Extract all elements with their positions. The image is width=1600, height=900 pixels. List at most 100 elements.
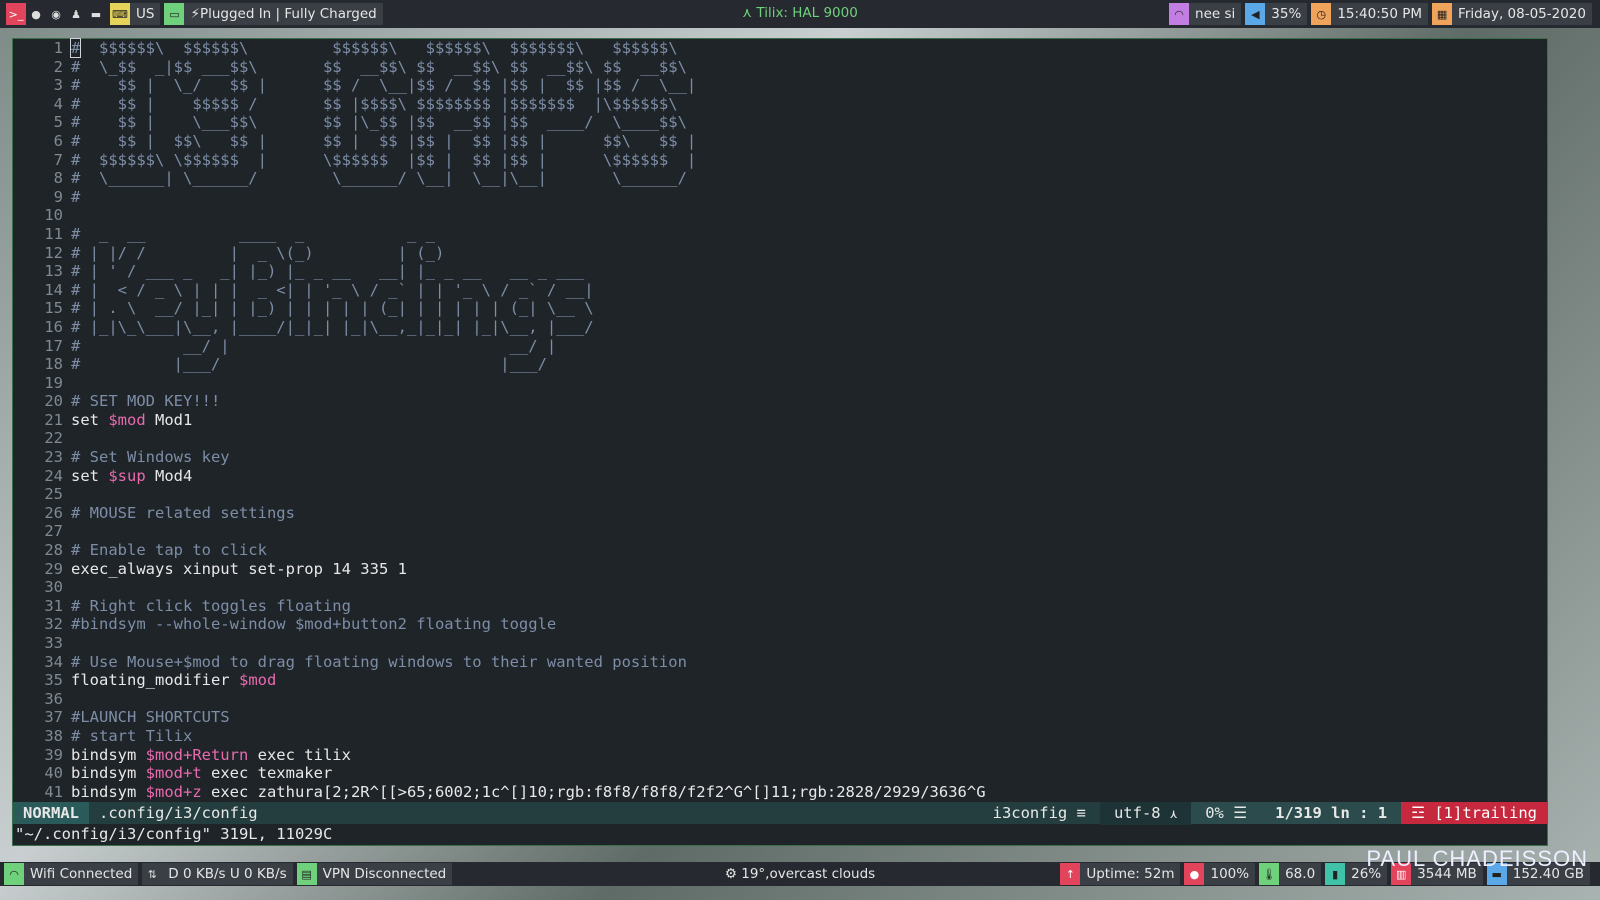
editor-line[interactable]: 16 # |_|\_\___|\__, |____/|_|_| |_|\__,_|… xyxy=(13,318,1547,337)
editor-line[interactable]: 27 xyxy=(13,522,1547,541)
wifi-indicator[interactable]: ◠ nee si xyxy=(1169,3,1242,25)
workspace-4-icon[interactable]: ♟ xyxy=(66,3,86,25)
editor-line[interactable]: 19 xyxy=(13,374,1547,393)
trailing-warning: ☲ [1]trailing xyxy=(1401,802,1547,824)
uptime-text: Uptime: 52m xyxy=(1086,866,1175,882)
weather-text: 19°,overcast clouds xyxy=(741,866,876,882)
brightness-text: 100% xyxy=(1210,866,1250,882)
line-text: # start Tilix xyxy=(71,726,193,745)
editor-line[interactable]: 26 # MOUSE related settings xyxy=(13,504,1547,523)
editor-line[interactable]: 12 # | |/ / | _ \(_) | (_) xyxy=(13,244,1547,263)
percent-text: 0% xyxy=(1205,804,1224,822)
editor-line[interactable]: 30 xyxy=(13,578,1547,597)
editor-line[interactable]: 20 # SET MOD KEY!!! xyxy=(13,392,1547,411)
wifi-status-icon: ◠ xyxy=(4,863,24,885)
command-line[interactable]: "~/.config/i3/config" 319L, 11029C xyxy=(13,824,1549,844)
editor-line[interactable]: 13 # | ' / ___ _ _| |_) |_ _ __ __| |_ _ … xyxy=(13,262,1547,281)
terminal-window[interactable]: 1 # $$$$$$\ $$$$$$\ $$$$$$\ $$$$$$\ $$$$$… xyxy=(12,38,1548,846)
line-number: 9 xyxy=(53,187,63,206)
editor-line[interactable]: 25 xyxy=(13,485,1547,504)
line-number: 32 xyxy=(44,615,63,634)
line-text: # MOUSE related settings xyxy=(71,503,295,522)
line-number: 34 xyxy=(44,652,63,671)
editor-line[interactable]: 4 # $$ | $$$$$ / $$ |$$$$\ $$$$$$$$ |$$$$… xyxy=(13,95,1547,114)
line-text: # |_|\_\___|\__, |____/|_|_| |_|\__,_|_|… xyxy=(71,317,594,336)
code-rest: exec zathura[2;2R^[[>65;6002;1c^[]10;rgb… xyxy=(201,782,986,801)
uptime: ↑ Uptime: 52m xyxy=(1060,863,1181,885)
editor-line[interactable]: 6 # $$ | $$\ $$ | $$ | $$ |$$ | $$ |$$ | … xyxy=(13,132,1547,151)
editor-line[interactable]: 39 bindsym $mod+Return exec tilix xyxy=(13,746,1547,765)
editor-line[interactable]: 40 bindsym $mod+t exec texmaker xyxy=(13,764,1547,783)
line-number: 20 xyxy=(44,392,63,411)
file-type: i3config ≡ xyxy=(979,802,1100,824)
code-variable: $mod xyxy=(238,671,277,690)
editor-line[interactable]: 1 # $$$$$$\ $$$$$$\ $$$$$$\ $$$$$$\ $$$$$… xyxy=(13,38,1547,58)
editor-line[interactable]: 33 xyxy=(13,634,1547,653)
editor-line[interactable]: 29 exec_always xinput set-prop 14 335 1 xyxy=(13,560,1547,579)
line-text: # _ __ ____ _ _ _ xyxy=(71,224,435,243)
editor-line[interactable]: 21 set $mod Mod1 xyxy=(13,411,1547,430)
editor-line[interactable]: 8 # \______| \______/ \______/ \__| \__|\… xyxy=(13,169,1547,188)
cpu-icon: ▮ xyxy=(1325,863,1346,885)
line-number: 31 xyxy=(44,596,63,615)
battery-status-text: Plugged In | Fully Charged xyxy=(199,6,377,22)
editor-line[interactable]: 34 # Use Mouse+$mod to drag floating wind… xyxy=(13,653,1547,672)
line-text: # | . \ __/ |_| | |_) | | | | | (_| | | … xyxy=(71,299,594,318)
line-number: 19 xyxy=(44,373,63,392)
line-text: # $$$$$$\ \$$$$$$ | \$$$$$$ |$$ | $$ |$$… xyxy=(71,150,697,169)
editor-line[interactable]: 14 # | < / _ \ | | | _ <| | '_ \ / _` | |… xyxy=(13,281,1547,300)
editor-line[interactable]: 23 # Set Windows key xyxy=(13,448,1547,467)
editor-line[interactable]: 38 # start Tilix xyxy=(13,727,1547,746)
workspace-terminal-icon[interactable]: >_ xyxy=(6,3,26,25)
line-text: # |___/ |___/ xyxy=(71,355,547,374)
editor-line[interactable]: 17 # __/ | __/ | xyxy=(13,337,1547,356)
editor-line[interactable]: 22 xyxy=(13,429,1547,448)
line-text: #bindsym --whole-window $mod+button2 flo… xyxy=(71,615,557,634)
editor-line[interactable]: 9 # xyxy=(13,188,1547,207)
wifi-name: nee si xyxy=(1195,6,1236,22)
editor-line[interactable]: 11 # _ __ ____ _ _ _ xyxy=(13,225,1547,244)
editor-line[interactable]: 7 # $$$$$$\ \$$$$$$ | \$$$$$$ |$$ | $$ |$… xyxy=(13,151,1547,170)
editor-line[interactable]: 3 # $$ | \_/ $$ | $$ / \__|$$ / $$ |$$ | … xyxy=(13,76,1547,95)
editor-line[interactable]: 35 floating_modifier $mod xyxy=(13,671,1547,690)
line-number: 41 xyxy=(44,782,63,801)
workspace-3-icon[interactable]: ◉ xyxy=(46,3,66,25)
editor-buffer[interactable]: 1 # $$$$$$\ $$$$$$\ $$$$$$\ $$$$$$\ $$$$$… xyxy=(13,38,1547,802)
line-number: 17 xyxy=(44,336,63,355)
line-text: # xyxy=(71,187,81,206)
editor-line[interactable]: 2 # \_$$ _|$$ ___$$\ $$ __$$\ $$ __$$\ $$… xyxy=(13,58,1547,77)
code-rest: exec texmaker xyxy=(201,764,333,783)
brightness[interactable]: ● 100% xyxy=(1184,863,1256,885)
editor-line[interactable]: 5 # $$ | \___$$\ $$ |\_$$ |$$ __$$ |$$ __… xyxy=(13,113,1547,132)
line-text: # $$ | \___$$\ $$ |\_$$ |$$ __$$ |$$ ___… xyxy=(71,113,687,132)
workspace-2-icon[interactable]: ● xyxy=(26,3,46,25)
line-number: 22 xyxy=(44,429,63,448)
code-keyword: floating_modifier xyxy=(71,671,239,690)
editor-line[interactable]: 36 xyxy=(13,690,1547,709)
line-number: 15 xyxy=(44,299,63,318)
uptime-icon: ↑ xyxy=(1060,863,1081,885)
vpn-status[interactable]: ▤ VPN Disconnected xyxy=(296,863,453,885)
vpn-status-text: VPN Disconnected xyxy=(322,866,447,882)
line-text: floating_modifier $mod xyxy=(71,671,276,690)
editor-line[interactable]: 24 set $sup Mod4 xyxy=(13,467,1547,486)
editor-line[interactable]: 37 #LAUNCH SHORTCUTS xyxy=(13,708,1547,727)
code-rest: exec tilix xyxy=(248,745,351,764)
line-text: # $$ | \_/ $$ | $$ / \__|$$ / $$ |$$ | $… xyxy=(71,76,697,95)
editor-line[interactable]: 10 xyxy=(13,206,1547,225)
editor-line[interactable]: 31 # Right click toggles floating xyxy=(13,597,1547,616)
editor-line[interactable]: 15 # | . \ __/ |_| | |_) | | | | | (_| | … xyxy=(13,299,1547,318)
temperature-text: 68.0 xyxy=(1285,866,1316,882)
percent-icon: ☰ xyxy=(1233,804,1248,822)
encoding-text: utf-8 xyxy=(1113,803,1161,822)
editor-line[interactable]: 18 # |___/ |___/ xyxy=(13,355,1547,374)
line-text: # Right click toggles floating xyxy=(71,596,351,615)
wifi-status[interactable]: ◠ Wifi Connected xyxy=(4,863,139,885)
editor-line[interactable]: 28 # Enable tap to click xyxy=(13,541,1547,560)
battery-icon: ▭ xyxy=(164,3,185,25)
file-name: .config/i3/config xyxy=(99,804,258,822)
editor-line[interactable]: 32 #bindsym --whole-window $mod+button2 f… xyxy=(13,615,1547,634)
volume-indicator[interactable]: ◀ 35% xyxy=(1245,3,1308,25)
editor-line[interactable]: 41 bindsym $mod+z exec zathura[2;2R^[[>65… xyxy=(13,783,1547,802)
workspace-5-icon[interactable]: ▬ xyxy=(86,3,106,25)
